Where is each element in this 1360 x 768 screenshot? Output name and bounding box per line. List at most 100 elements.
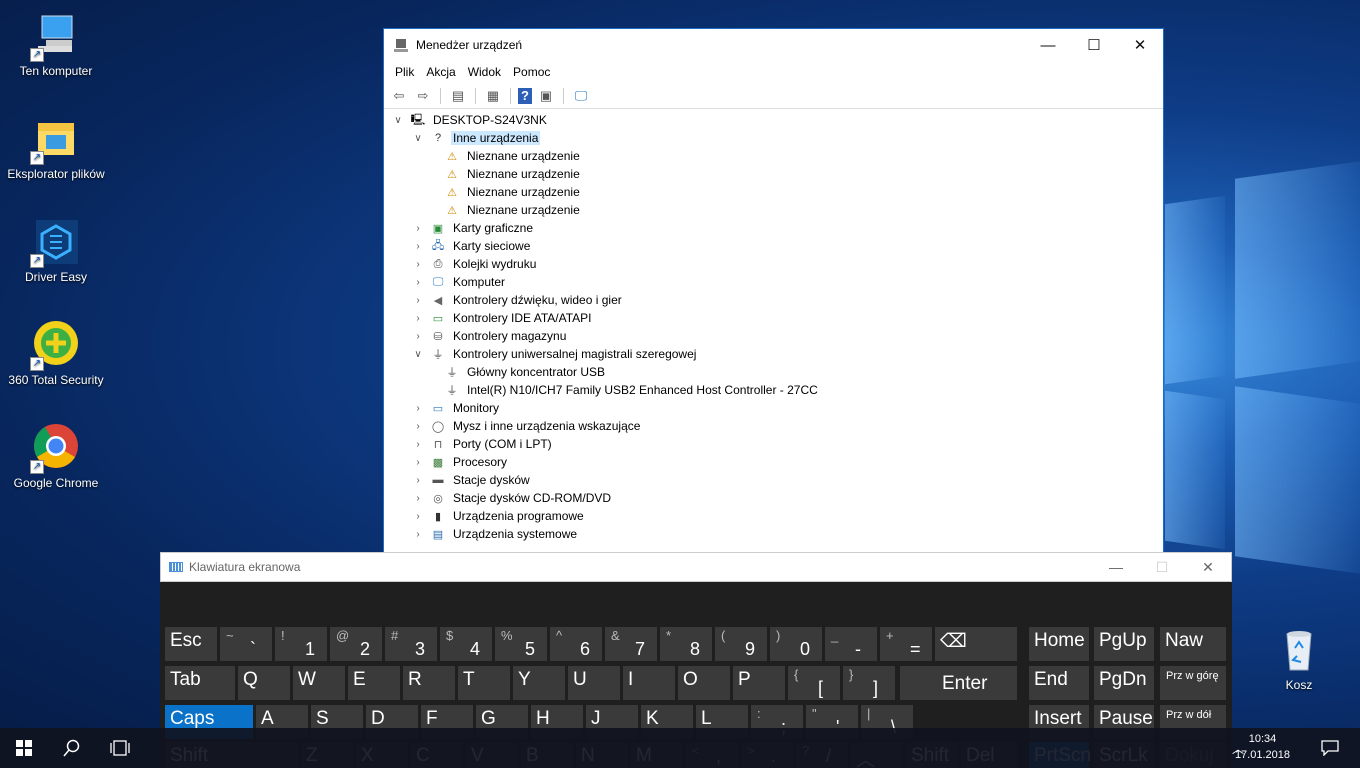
tree-category-item[interactable]: › ▭ Monitory [386, 399, 1161, 417]
tree-category-item[interactable]: › ▩ Procesory [386, 453, 1161, 471]
desktop-icon-driver-easy[interactable]: ↗ Driver Easy [4, 218, 108, 284]
key-y[interactable]: Y [513, 666, 565, 700]
desktop-icon-recycle-bin[interactable]: Kosz [1247, 626, 1351, 692]
key-4[interactable]: $4 [440, 627, 492, 661]
tree-category-item[interactable]: › ◯ Mysz i inne urządzenia wskazujące [386, 417, 1161, 435]
key-rbracket[interactable]: }] [843, 666, 895, 700]
tree-category-item[interactable]: ∨? Inne urządzenia [386, 129, 1161, 147]
key-t[interactable]: T [458, 666, 510, 700]
expand-chevron-icon[interactable]: › [412, 493, 424, 504]
tree-category-item[interactable]: › ⎙ Kolejki wydruku [386, 255, 1161, 273]
key-o[interactable]: O [678, 666, 730, 700]
expand-chevron-icon[interactable]: › [412, 331, 424, 342]
menu-action[interactable]: Akcja [421, 65, 460, 79]
key-2[interactable]: @2 [330, 627, 382, 661]
expand-chevron-icon[interactable]: › [412, 241, 424, 252]
task-view-button[interactable] [96, 728, 144, 768]
key-lbracket[interactable]: {[ [788, 666, 840, 700]
expand-chevron-icon[interactable]: › [412, 403, 424, 414]
tree-category-item[interactable]: › ▬ Stacje dysków [386, 471, 1161, 489]
clock[interactable]: 10:34 17.01.2018 [1235, 731, 1290, 763]
desktop-icon-file-explorer[interactable]: ↗ Eksplorator plików [4, 115, 108, 181]
close-button[interactable]: ✕ [1185, 559, 1231, 576]
key-scrollup[interactable]: Prz w górę [1160, 666, 1226, 700]
collapse-chevron-icon[interactable]: ∨ [412, 349, 424, 360]
desktop-icon-google-chrome[interactable]: ↗ Google Chrome [4, 424, 108, 490]
scan-hardware-icon[interactable]: 🖵 [571, 86, 591, 106]
tree-device-item[interactable]: ⚠ Nieznane urządzenie [386, 183, 1161, 201]
key-naw[interactable]: Naw [1160, 627, 1226, 661]
search-button[interactable] [48, 728, 96, 768]
key-9[interactable]: (9 [715, 627, 767, 661]
desktop-icon-this-pc[interactable]: ↗ Ten komputer [4, 12, 108, 78]
key-8[interactable]: * 8 [660, 627, 712, 661]
expand-chevron-icon[interactable]: › [412, 511, 424, 522]
key-i[interactable]: I [623, 666, 675, 700]
key-w[interactable]: W [293, 666, 345, 700]
tree-category-item[interactable]: › ◀ Kontrolery dźwięku, wideo i gier [386, 291, 1161, 309]
key-p[interactable]: P [733, 666, 785, 700]
start-button[interactable] [0, 728, 48, 768]
collapse-chevron-icon[interactable]: ∨ [392, 115, 404, 126]
expand-chevron-icon[interactable]: › [412, 313, 424, 324]
collapse-chevron-icon[interactable]: ∨ [412, 133, 424, 144]
key-3[interactable]: #3 [385, 627, 437, 661]
tree-category-item[interactable]: › ▤ Urządzenia systemowe [386, 525, 1161, 543]
expand-chevron-icon[interactable]: › [412, 439, 424, 450]
tree-device-item[interactable]: ⚠ Nieznane urządzenie [386, 147, 1161, 165]
expand-chevron-icon[interactable]: › [412, 223, 424, 234]
expand-chevron-icon[interactable]: › [412, 277, 424, 288]
expand-chevron-icon[interactable]: › [412, 475, 424, 486]
key-tilde[interactable]: ~ ` [220, 627, 272, 661]
tree-device-item[interactable]: ⏚ Intel(R) N10/ICH7 Family USB2 Enhanced … [386, 381, 1161, 399]
tree-category-item[interactable]: › ◎ Stacje dysków CD-ROM/DVD [386, 489, 1161, 507]
menu-view[interactable]: Widok [463, 65, 506, 79]
help-icon[interactable]: ? [518, 87, 532, 104]
properties-icon[interactable]: ▦ [483, 86, 503, 106]
tree-root[interactable]: ∨ 🖳 DESKTOP-S24V3NK [386, 111, 1161, 129]
tree-category-item[interactable]: › 🖵 Komputer [386, 273, 1161, 291]
maximize-button[interactable]: ☐ [1139, 559, 1185, 576]
expand-chevron-icon[interactable]: › [412, 457, 424, 468]
menu-file[interactable]: Plik [390, 65, 419, 79]
key-esc[interactable]: Esc [165, 627, 217, 661]
key-enter[interactable]: Enter [900, 666, 1017, 700]
desktop-icon-360-security[interactable]: ↗ 360 Total Security [4, 321, 108, 387]
key-r[interactable]: R [403, 666, 455, 700]
action-center-button[interactable] [1310, 728, 1350, 768]
tree-category-item[interactable]: › ▮ Urządzenia programowe [386, 507, 1161, 525]
tree-category-item[interactable]: › ⊓ Porty (COM i LPT) [386, 435, 1161, 453]
key-backspace[interactable]: ⌫ [935, 627, 1017, 661]
tree-category-item[interactable]: ∨ ⏚ Kontrolery uniwersalnej magistrali sze… [386, 345, 1161, 363]
tree-device-item[interactable]: ⚠ Nieznane urządzenie [386, 165, 1161, 183]
close-button[interactable]: ✕ [1117, 30, 1163, 60]
tree-category-item[interactable]: › ▣ Karty graficzne [386, 219, 1161, 237]
expand-chevron-icon[interactable]: › [412, 295, 424, 306]
tree-category-item[interactable]: › ⛁ Kontrolery magazynu [386, 327, 1161, 345]
expand-chevron-icon[interactable]: › [412, 529, 424, 540]
key-5[interactable]: % 5 [495, 627, 547, 661]
forward-icon[interactable]: ⇨ [413, 86, 433, 106]
tree-category-item[interactable]: › ▭ Kontrolery IDE ATA/ATAPI [386, 309, 1161, 327]
key-pgdn[interactable]: PgDn [1094, 666, 1154, 700]
key-pgup[interactable]: PgUp [1094, 627, 1154, 661]
key-7[interactable]: & 7 [605, 627, 657, 661]
show-hide-console-tree-icon[interactable]: ▤ [448, 86, 468, 106]
maximize-button[interactable]: ☐ [1071, 30, 1117, 60]
back-icon[interactable]: ⇦ [389, 86, 409, 106]
key-1[interactable]: ! 1 [275, 627, 327, 661]
key-tab[interactable]: Tab [165, 666, 235, 700]
key-home[interactable]: Home [1029, 627, 1089, 661]
key-minus[interactable]: _ - [825, 627, 877, 661]
key-equals[interactable]: + = [880, 627, 932, 661]
minimize-button[interactable]: — [1025, 30, 1071, 60]
key-e[interactable]: E [348, 666, 400, 700]
update-driver-icon[interactable]: ▣ [536, 86, 556, 106]
key-0[interactable]: ) 0 [770, 627, 822, 661]
expand-chevron-icon[interactable]: › [412, 421, 424, 432]
key-end[interactable]: End [1029, 666, 1089, 700]
key-q[interactable]: Q [238, 666, 290, 700]
tree-category-item[interactable]: › 🖧 Karty sieciowe [386, 237, 1161, 255]
menu-help[interactable]: Pomoc [508, 65, 555, 79]
keyboard-titlebar[interactable]: Klawiatura ekranowa — ☐ ✕ [160, 552, 1232, 582]
